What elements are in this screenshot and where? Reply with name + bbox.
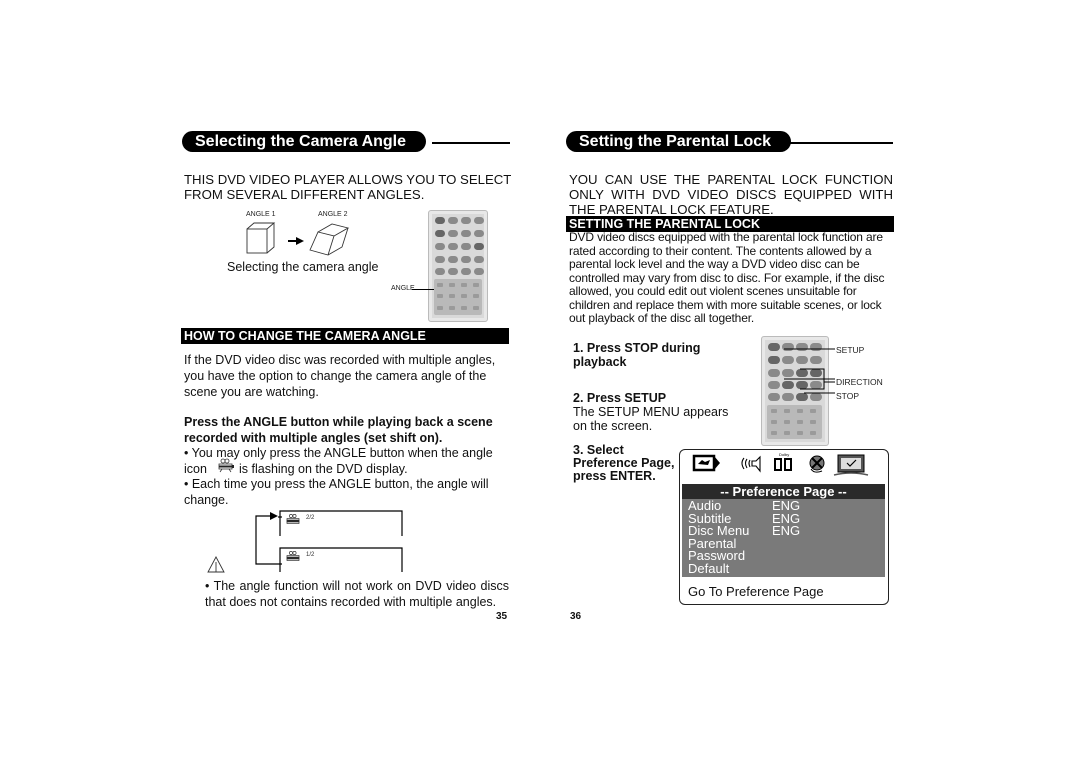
- title-rule: [432, 142, 510, 144]
- step-2-title: 2. Press SETUP: [573, 391, 667, 405]
- angle-camera-icon: [218, 458, 234, 473]
- dolby-digital-icon: Dolby: [774, 452, 792, 471]
- intro-text: THIS DVD VIDEO PLAYER ALLOWS YOU TO SELE…: [184, 172, 512, 202]
- display-angle-bottom: 1/2: [306, 552, 315, 558]
- step-1: 1. Press STOP during playback: [573, 341, 701, 369]
- menu-item-value: ENG: [772, 523, 801, 538]
- step-2-body: The SETUP MENU appears on the screen.: [573, 405, 729, 433]
- callout-line: [412, 289, 434, 290]
- svg-text:Dolby: Dolby: [779, 452, 789, 457]
- angle-diagram: [246, 222, 350, 256]
- menu-title: -- Preference Page --: [682, 484, 885, 499]
- bullet-icon-suffix: is flashing on the DVD display.: [239, 462, 408, 476]
- bullet-icon-prefix: icon: [184, 462, 207, 476]
- menu-footer-hint: Go To Preference Page: [688, 584, 824, 599]
- instruction: Press the ANGLE button while playing bac…: [184, 415, 493, 445]
- remote-callout-lines: [784, 348, 835, 394]
- display-angle-top: 2/2: [306, 515, 315, 521]
- remote-control-image: [428, 210, 488, 322]
- angle-display-diagram: [255, 510, 403, 572]
- figure-caption: Selecting the camera angle: [227, 260, 379, 274]
- step-3: 3. Select Preference Page, press ENTER.: [573, 443, 675, 483]
- audio-setup-icon: [741, 455, 761, 473]
- page-number: 36: [570, 611, 582, 622]
- direction-callout-label: DIRECTION: [836, 377, 883, 387]
- section-heading: HOW TO CHANGE THE CAMERA ANGLE: [181, 328, 509, 344]
- setup-callout-label: SETUP: [836, 345, 865, 355]
- menu-item-label: Default: [688, 560, 730, 576]
- page-title: Setting the Parental Lock: [566, 131, 792, 152]
- menu-item-default[interactable]: Default: [688, 562, 729, 575]
- paragraph: If the DVD video disc was recorded with …: [184, 353, 496, 399]
- cube-angle2-icon: [309, 223, 350, 256]
- angle1-label: ANGLE 1: [246, 211, 276, 218]
- setup-menu-screen: Dolby -- Preference Page -- Audio ENG Su…: [679, 449, 889, 605]
- title-rule: [790, 142, 893, 144]
- bullet-each-time: • Each time you press the ANGLE button, …: [184, 477, 489, 507]
- cube-angle1-icon: [246, 222, 276, 254]
- preference-icon: [833, 454, 869, 476]
- page-title: Selecting the Camera Angle: [182, 131, 427, 152]
- stop-callout-label: STOP: [836, 391, 859, 401]
- warning-icon: [207, 556, 225, 573]
- page-number: 35: [496, 611, 508, 622]
- arrow-right-icon: [288, 237, 304, 245]
- menu-options-list: Audio ENG Subtitle ENG Disc Menu ENG Par…: [682, 499, 885, 577]
- angle2-label: ANGLE 2: [318, 211, 348, 218]
- angle-icon-top: [286, 514, 300, 524]
- intro-text: YOU CAN USE THE PARENTAL LOCK FUNCTION O…: [569, 172, 893, 217]
- menu-icon-bar: Dolby: [692, 452, 869, 476]
- angle-icon-bottom: [286, 551, 300, 561]
- general-setup-icon: [692, 454, 720, 472]
- video-setup-icon: [809, 455, 825, 473]
- paragraph: DVD video discs equipped with the parent…: [569, 230, 885, 325]
- warning-text: • The angle function will not work on DV…: [205, 579, 509, 609]
